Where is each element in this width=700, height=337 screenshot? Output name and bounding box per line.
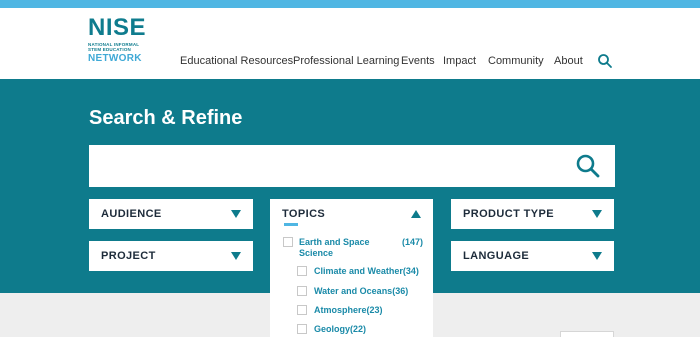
chevron-down-icon	[592, 252, 602, 260]
product-type-label: PRODUCT TYPE	[463, 208, 554, 220]
topic-count: (36)	[392, 286, 409, 296]
logo-wordmark: NISE	[88, 14, 147, 41]
chevron-down-icon	[592, 210, 602, 218]
audience-dropdown[interactable]: AUDIENCE	[89, 199, 253, 229]
topics-active-indicator	[284, 223, 298, 226]
page-title: Search & Refine	[89, 107, 243, 129]
language-label: LANGUAGE	[463, 250, 530, 262]
content-card-edge	[560, 331, 614, 337]
project-dropdown[interactable]: PROJECT	[89, 241, 253, 271]
nise-logo[interactable]: NISE NATIONAL INFORMAL STEM EDUCATION NE…	[88, 16, 148, 66]
audience-label: AUDIENCE	[101, 208, 162, 220]
search-input[interactable]	[89, 145, 615, 187]
topic-name: Water and Oceans	[314, 286, 393, 296]
topic-checkbox-earth-space[interactable]	[283, 237, 293, 247]
nav-impact[interactable]: Impact	[443, 55, 476, 67]
search-submit-icon[interactable]	[575, 153, 601, 179]
chevron-down-icon	[231, 252, 241, 260]
topic-count-earth-space: (147)	[402, 237, 424, 247]
nav-professional-learning[interactable]: Professional Learning	[293, 55, 399, 67]
product-type-dropdown[interactable]: PRODUCT TYPE	[451, 199, 614, 229]
topic-label-geology[interactable]: Geology(22)	[314, 324, 366, 335]
topic-label-climate[interactable]: Climate and Weather(34)	[314, 266, 419, 277]
topic-label-earth-space-1[interactable]: Earth and Space	[299, 237, 370, 248]
nav-community[interactable]: Community	[488, 55, 544, 67]
topic-count: (23)	[366, 305, 383, 315]
topic-checkbox-climate[interactable]	[297, 266, 307, 276]
topic-count: (22)	[350, 324, 367, 334]
topic-name: Atmosphere	[314, 305, 367, 315]
logo-tagline-2: STEM EDUCATION	[88, 47, 131, 52]
chevron-down-icon	[231, 210, 241, 218]
topic-checkbox-geology[interactable]	[297, 324, 307, 334]
project-label: PROJECT	[101, 250, 156, 262]
logo-network: NETWORK	[88, 53, 142, 64]
topic-name: Geology	[314, 324, 351, 334]
search-icon[interactable]	[597, 53, 613, 69]
topic-count: (34)	[402, 266, 419, 276]
topic-label-atmosphere[interactable]: Atmosphere(23)	[314, 305, 383, 316]
chevron-up-icon	[411, 210, 421, 218]
nav-educational-resources[interactable]: Educational Resources	[180, 55, 293, 67]
topic-checkbox-atmosphere[interactable]	[297, 305, 307, 315]
topic-label-water[interactable]: Water and Oceans(36)	[314, 286, 408, 297]
topic-name: Climate and Weather	[314, 266, 403, 276]
language-dropdown[interactable]: LANGUAGE	[451, 241, 614, 271]
topic-checkbox-water[interactable]	[297, 286, 307, 296]
topics-label: TOPICS	[282, 208, 326, 220]
nav-about[interactable]: About	[554, 55, 583, 67]
top-accent-bar	[0, 0, 700, 8]
topic-label-earth-space-2[interactable]: Science	[299, 248, 333, 259]
nav-events[interactable]: Events	[401, 55, 435, 67]
